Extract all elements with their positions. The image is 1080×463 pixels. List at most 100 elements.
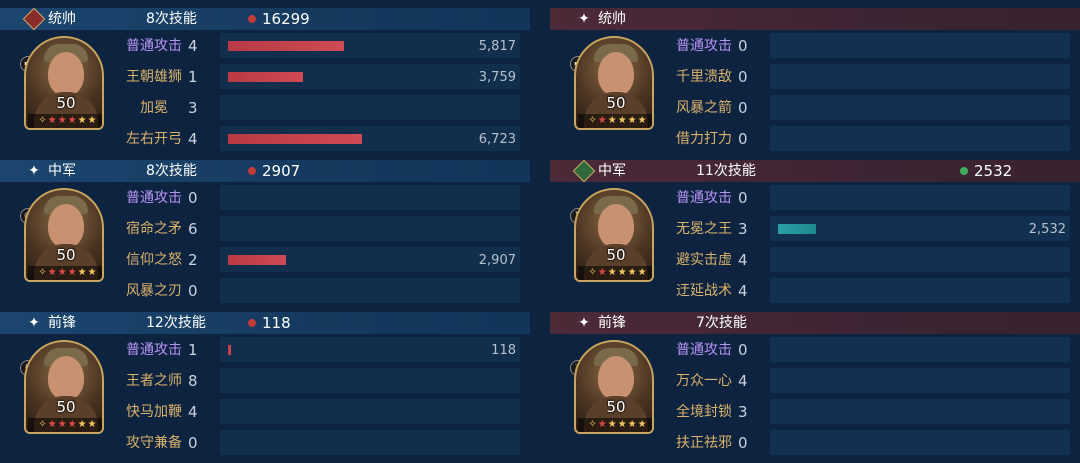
- skill-row[interactable]: 普通攻击 0: [666, 183, 1070, 214]
- skill-name[interactable]: 快马加鞭: [126, 397, 182, 428]
- skill-name[interactable]: 风暴之刃: [126, 276, 182, 307]
- gold-star-icon: ★: [77, 115, 88, 126]
- face-shape: [48, 356, 84, 400]
- skill-damage: 6,723: [478, 132, 516, 147]
- skill-name[interactable]: 左右开弓: [126, 124, 182, 155]
- skill-row[interactable]: 避实击虚 4: [666, 245, 1070, 276]
- rank-icon: ✧: [38, 267, 48, 278]
- general-level: 50: [56, 246, 76, 264]
- skill-name[interactable]: 无冕之王: [676, 214, 732, 245]
- skill-count: 0: [188, 189, 198, 207]
- general-level: 50: [56, 94, 76, 112]
- role-badge: ✦: [24, 161, 44, 181]
- general-block: 统帅8次技能16299 ▬50✧★★★★★ 普通攻击45,817王朝雄狮13,759…: [0, 0, 530, 155]
- skill-row[interactable]: 攻守兼备 0: [116, 428, 520, 459]
- general-portrait-area[interactable]: ◉50✧★★★★★: [20, 188, 106, 284]
- skill-row[interactable]: 加冕 3: [116, 93, 520, 124]
- skill-row[interactable]: 王朝雄狮 1 3,759: [116, 62, 520, 93]
- skill-row[interactable]: 借力打力 0: [666, 124, 1070, 155]
- commander-emblem-icon: [22, 7, 46, 31]
- skill-row[interactable]: 左右开弓 4 6,723: [116, 124, 520, 155]
- skill-count: 0: [738, 189, 748, 207]
- skill-name[interactable]: 万众一心: [676, 366, 732, 397]
- skill-row[interactable]: 无冕之王 3 2,532: [666, 214, 1070, 245]
- skill-row[interactable]: 普通攻击 0: [116, 183, 520, 214]
- skill-row[interactable]: 迂延战术 4: [666, 276, 1070, 307]
- gold-star-icon: ★: [617, 419, 628, 430]
- skill-row[interactable]: 信仰之怒 2 2,907: [116, 245, 520, 276]
- star-rating: ✧★★★★★: [28, 266, 102, 280]
- general-header: 统帅 8次技能 16299: [0, 7, 530, 31]
- skill-name[interactable]: 普通攻击: [676, 31, 732, 62]
- skill-name[interactable]: 攻守兼备: [126, 428, 182, 459]
- skill-name[interactable]: 加冕: [140, 93, 168, 124]
- general-portrait-area[interactable]: ♜50✧★★★★★: [570, 188, 656, 284]
- gold-star-icon: ★: [77, 419, 88, 430]
- skill-name[interactable]: 王者之师: [126, 366, 182, 397]
- skill-name[interactable]: 信仰之怒: [126, 245, 182, 276]
- skill-name[interactable]: 王朝雄狮: [126, 62, 182, 93]
- right-team-panel: ✦统帅▬50✧★★★★★普通攻击0千里溃敌0风暴之箭0借力打力0中军11次技能2…: [550, 0, 1080, 463]
- star-rating: ✧★★★★★: [578, 114, 652, 128]
- skill-row[interactable]: 万众一心 4: [666, 366, 1070, 397]
- skill-name[interactable]: 千里溃敌: [676, 62, 732, 93]
- skill-row[interactable]: 普通攻击 0: [666, 335, 1070, 366]
- general-portrait-area[interactable]: ♞50✧★★★★★: [20, 340, 106, 436]
- skill-name[interactable]: 普通攻击: [676, 183, 732, 214]
- skill-row[interactable]: 风暴之刃 0: [116, 276, 520, 307]
- skill-row[interactable]: 千里溃敌 0: [666, 62, 1070, 93]
- skill-bar-track: [770, 247, 1070, 272]
- damage-bar: [228, 134, 362, 144]
- general-portrait[interactable]: 50 ✧★★★★★: [574, 36, 654, 130]
- skill-name[interactable]: 普通攻击: [676, 335, 732, 366]
- skill-row[interactable]: 王者之师 8: [116, 366, 520, 397]
- skill-bar-track: [220, 216, 520, 241]
- skill-name[interactable]: 普通攻击: [126, 31, 182, 62]
- skill-name[interactable]: 普通攻击: [126, 335, 182, 366]
- general-portrait[interactable]: 50 ✧★★★★★: [24, 340, 104, 434]
- skill-count: 0: [188, 434, 198, 452]
- general-portrait[interactable]: 50 ✧★★★★★: [24, 188, 104, 282]
- general-portrait-area[interactable]: ▬50✧★★★★★: [20, 36, 106, 132]
- skill-bar-track: [220, 95, 520, 120]
- skill-name[interactable]: 全境封锁: [676, 397, 732, 428]
- general-portrait[interactable]: 50 ✧★★★★★: [24, 36, 104, 130]
- skill-bar-track: [220, 337, 520, 362]
- role-label: 中军: [48, 163, 76, 179]
- role-label: 统帅: [48, 11, 76, 27]
- skill-bar-track: [770, 399, 1070, 424]
- skill-name[interactable]: 风暴之箭: [676, 93, 732, 124]
- skill-name[interactable]: 迂延战术: [676, 276, 732, 307]
- gold-star-icon: ★: [627, 267, 638, 278]
- skill-row[interactable]: 普通攻击 1 118: [116, 335, 520, 366]
- skill-row[interactable]: 风暴之箭 0: [666, 93, 1070, 124]
- skill-row[interactable]: 全境封锁 3: [666, 397, 1070, 428]
- skill-cast-count: 11次技能: [696, 163, 756, 179]
- skill-row[interactable]: 普通攻击 4 5,817: [116, 31, 520, 62]
- general-portrait-area[interactable]: ▬50✧★★★★★: [570, 36, 656, 132]
- total-damage: 16299: [262, 10, 310, 28]
- skill-name[interactable]: 扶正祛邪: [676, 428, 732, 459]
- skill-name[interactable]: 避实击虚: [676, 245, 732, 276]
- skill-row[interactable]: 扶正祛邪 0: [666, 428, 1070, 459]
- general-header: 中军 11次技能 2532: [550, 159, 1080, 183]
- general-level: 50: [606, 246, 626, 264]
- general-portrait-area[interactable]: ⚔50✧★★★★★: [570, 340, 656, 436]
- skill-name[interactable]: 普通攻击: [126, 183, 182, 214]
- skill-row[interactable]: 宿命之矛 6: [116, 214, 520, 245]
- skill-bar-track: [770, 126, 1070, 151]
- gold-star-icon: ★: [637, 267, 648, 278]
- skill-name[interactable]: 宿命之矛: [126, 214, 182, 245]
- skill-row[interactable]: 普通攻击 0: [666, 31, 1070, 62]
- skill-bar-track: [770, 368, 1070, 393]
- role-label: 前锋: [48, 315, 76, 331]
- general-portrait[interactable]: 50 ✧★★★★★: [574, 340, 654, 434]
- general-level: 50: [606, 398, 626, 416]
- general-portrait[interactable]: 50 ✧★★★★★: [574, 188, 654, 282]
- skill-row[interactable]: 快马加鞭 4: [116, 397, 520, 428]
- gold-star-icon: ★: [617, 115, 628, 126]
- face-shape: [48, 52, 84, 96]
- skill-count: 0: [738, 37, 748, 55]
- skill-name[interactable]: 借力打力: [676, 124, 732, 155]
- red-star-icon: ★: [47, 267, 58, 278]
